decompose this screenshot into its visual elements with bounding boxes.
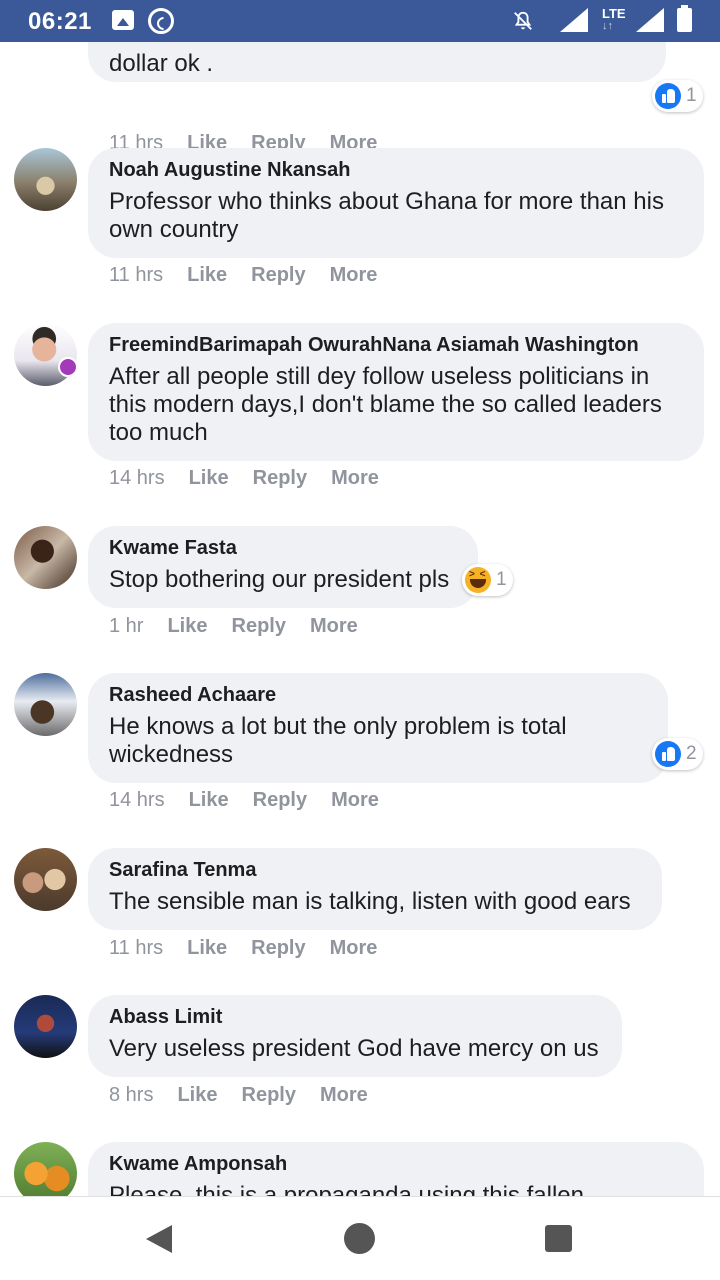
more-button[interactable]: More: [330, 937, 378, 959]
comment-author[interactable]: Kwame Amponsah: [109, 1151, 683, 1177]
reply-button[interactable]: Reply: [251, 264, 305, 286]
signal-icon: [636, 8, 664, 32]
comment-text-line: too much: [109, 419, 208, 446]
comment-text-line: own country: [109, 216, 239, 243]
comment-bubble[interactable]: Abass Limit Very useless president God h…: [88, 995, 622, 1077]
reaction-count: 1: [686, 85, 697, 106]
comment-author[interactable]: Rasheed Achaare: [109, 682, 647, 708]
reply-button[interactable]: Reply: [232, 615, 286, 637]
comment-time: 11 hrs: [109, 937, 164, 959]
comment-actions: 11 hrs Like Reply More: [109, 264, 401, 287]
comment-time: 14 hrs: [109, 467, 165, 489]
comment-text-line: this modern days,I don't blame the so ca…: [109, 391, 662, 418]
more-button[interactable]: More: [310, 615, 358, 637]
comment-author[interactable]: Noah Augustine Nkansah: [109, 157, 683, 183]
avatar[interactable]: [14, 673, 77, 736]
comment-bubble[interactable]: Sarafina Tenma The sensible man is talki…: [88, 848, 662, 930]
comment-bubble[interactable]: Kwame Fasta Stop bothering our president…: [88, 526, 478, 608]
recents-icon[interactable]: [545, 1225, 572, 1252]
reply-button[interactable]: Reply: [253, 467, 307, 489]
comment-text-line: He knows a lot but the only problem is t…: [109, 713, 567, 740]
more-button[interactable]: More: [320, 1084, 368, 1106]
reaction-summary[interactable]: 1: [462, 564, 513, 596]
avatar[interactable]: [14, 995, 77, 1058]
comment-author[interactable]: Abass Limit: [109, 1004, 601, 1030]
reply-button[interactable]: Reply: [251, 937, 305, 959]
back-icon[interactable]: [146, 1225, 172, 1253]
comment-text: He knows a lot but the only problem is t…: [109, 713, 647, 769]
comment-bubble[interactable]: FreemindBarimapah OwurahNana Asiamah Was…: [88, 323, 704, 461]
comment-author[interactable]: Sarafina Tenma: [109, 857, 641, 883]
comment-text-line: Very useless president God have mercy on…: [109, 1035, 599, 1062]
profile-frame-badge-icon: [58, 357, 78, 377]
comment-bubble[interactable]: Kwame Amponsah Please, this is a propaga…: [88, 1142, 704, 1196]
reaction-summary[interactable]: 1: [652, 80, 703, 112]
comment-text-line: After all people still dey follow useles…: [109, 363, 650, 390]
comment-list[interactable]: dollar ok . 1 11 hrs Like Reply More Noah A…: [0, 42, 720, 1196]
gallery-icon: [112, 10, 134, 30]
battery-icon: [677, 5, 692, 32]
comment-actions: 14 hrs Like Reply More: [109, 467, 403, 490]
more-button[interactable]: More: [331, 467, 379, 489]
reaction-summary[interactable]: 2: [652, 738, 703, 770]
comment-text-line: The sensible man is talking, listen with…: [109, 888, 631, 915]
comment-bubble[interactable]: dollar ok .: [88, 42, 666, 82]
comment-text: Please, this is a propaganda using this …: [109, 1182, 683, 1196]
mute-icon: [514, 11, 532, 30]
haha-icon: [465, 567, 491, 593]
avatar[interactable]: [14, 1142, 77, 1196]
comment-text: The sensible man is talking, listen with…: [109, 888, 641, 916]
comment-bubble[interactable]: Rasheed Achaare He knows a lot but the o…: [88, 673, 668, 783]
like-button[interactable]: Like: [187, 264, 227, 286]
comment-text: Professor who thinks about Ghana for mor…: [109, 188, 683, 244]
like-button[interactable]: Like: [167, 615, 207, 637]
comment-author[interactable]: Kwame Fasta: [109, 535, 457, 561]
more-button[interactable]: More: [331, 789, 379, 811]
comment-text: dollar ok .: [109, 50, 214, 77]
like-icon: [655, 741, 681, 767]
whatsapp-icon: [148, 8, 174, 34]
more-button[interactable]: More: [330, 264, 378, 286]
comment-time: 11 hrs: [109, 264, 164, 286]
comment-time: 14 hrs: [109, 789, 165, 811]
like-button[interactable]: Like: [189, 789, 229, 811]
home-icon[interactable]: [344, 1223, 375, 1254]
comment-actions: 11 hrs Like Reply More: [109, 937, 401, 960]
comment-actions: 1 hr Like Reply More: [109, 615, 382, 638]
reply-button[interactable]: Reply: [242, 1084, 296, 1106]
comment-text: Very useless president God have mercy on…: [109, 1035, 601, 1063]
signal-icon: [560, 8, 588, 32]
comment-text-line: wickedness: [109, 741, 234, 768]
comment-text-line: Stop bothering our president pls: [109, 566, 450, 593]
comment-bubble[interactable]: Noah Augustine Nkansah Professor who thi…: [88, 148, 704, 258]
reaction-count: 2: [686, 743, 697, 764]
like-icon: [655, 83, 681, 109]
network-arrows: ↓↑: [602, 20, 613, 32]
reaction-count: 1: [496, 569, 507, 590]
comment-time: 1 hr: [109, 615, 144, 637]
comment-text: Stop bothering our president pls: [109, 566, 457, 594]
avatar[interactable]: [14, 526, 77, 589]
comment-text: After all people still dey follow useles…: [109, 363, 683, 447]
status-bar: 06:21 LTE ↓↑: [0, 0, 720, 42]
avatar[interactable]: [14, 848, 77, 911]
like-button[interactable]: Like: [189, 467, 229, 489]
like-button[interactable]: Like: [177, 1084, 217, 1106]
comment-actions: 8 hrs Like Reply More: [109, 1084, 392, 1107]
reply-button[interactable]: Reply: [253, 789, 307, 811]
network-type: LTE: [602, 6, 626, 21]
comment-text-line: Professor who thinks about Ghana for mor…: [109, 188, 664, 215]
comment-text-line: Please, this is a propaganda using this …: [109, 1182, 584, 1196]
avatar[interactable]: [14, 148, 77, 211]
comment-author[interactable]: FreemindBarimapah OwurahNana Asiamah Was…: [109, 332, 683, 358]
like-button[interactable]: Like: [187, 937, 227, 959]
comment-time: 8 hrs: [109, 1084, 154, 1106]
comment-actions: 14 hrs Like Reply More: [109, 789, 403, 812]
navigation-bar: [0, 1196, 720, 1280]
status-time: 06:21: [28, 8, 92, 35]
